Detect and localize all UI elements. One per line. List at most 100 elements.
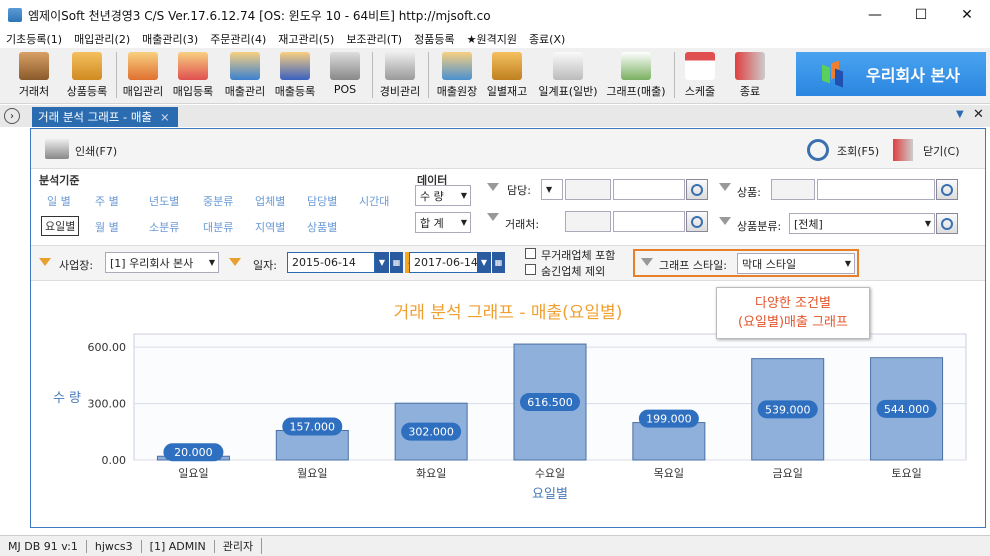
calculator-icon — [385, 52, 415, 80]
y-tick-label: 300.00 — [88, 398, 127, 411]
customer-search-button[interactable] — [686, 211, 708, 232]
basis-main-category[interactable]: 대분류 — [203, 219, 233, 235]
calendar-icon[interactable]: ▦ — [491, 252, 505, 273]
funnel-icon — [487, 213, 499, 221]
toolbar-sales-register-button[interactable]: 매출등록 — [272, 50, 318, 100]
status-host: hjwcs3 — [87, 539, 142, 553]
basis-product[interactable]: 상품별 — [307, 219, 337, 235]
basis-weekday[interactable]: 요일별 — [41, 216, 80, 236]
toolbar-purchase-register-button[interactable]: 매입등록 — [170, 50, 216, 100]
date-to-spinner[interactable]: ▼ ▦ — [477, 252, 505, 273]
menu-item-register[interactable]: 정품등록 — [414, 31, 454, 47]
app-icon — [8, 8, 22, 22]
minimize-button[interactable]: — — [852, 0, 898, 30]
calendar-icon[interactable]: ▦ — [389, 252, 403, 273]
toolbar-daily-stock-button[interactable]: 일별재고 — [484, 50, 530, 100]
data-select[interactable]: 수 량 ▼ — [415, 185, 471, 206]
toolbar-sales-ledger-button[interactable]: 매출원장 — [432, 50, 482, 100]
print-button[interactable]: 인쇄(F7) — [75, 143, 117, 159]
toolbar-graph-sales-button[interactable]: 그래프(매출) — [604, 50, 668, 100]
chevron-down-icon: ▼ — [460, 191, 467, 200]
x-tick-label: 수요일 — [535, 466, 565, 480]
menu-item-purchase[interactable]: 매입관리(2) — [74, 31, 130, 47]
menu-item-sales[interactable]: 매출관리(3) — [142, 31, 198, 47]
customer-code-input[interactable] — [565, 211, 611, 232]
product-code-input[interactable] — [771, 179, 815, 200]
magnifier-icon — [691, 215, 703, 228]
callout-note: 다양한 조건별 (요일별)매출 그래프 — [716, 287, 870, 339]
tab-label: 거래 분석 그래프 - 매출 — [38, 110, 152, 124]
customer-name-input[interactable] — [613, 211, 685, 232]
manager-name-input[interactable] — [613, 179, 685, 200]
search-button[interactable]: 조회(F5) — [837, 143, 879, 159]
sum-select[interactable]: 합 계 ▼ — [415, 212, 471, 233]
basis-weekly[interactable]: 주 별 — [95, 193, 119, 209]
tab-strip-close-icon[interactable]: ✕ — [973, 107, 984, 122]
toolbar-purchase-manage-button[interactable]: 매입관리 — [120, 50, 166, 100]
chevron-down-icon[interactable]: ▼ — [375, 252, 389, 273]
no-trade-checkbox[interactable] — [525, 248, 536, 259]
title-bar: 엠제이Soft 천년경영3 C/S Ver.17.6.12.74 [OS: 윈도… — [0, 0, 990, 30]
funnel-icon — [39, 258, 51, 266]
site-select[interactable]: [1] 우리회사 본사 ▼ — [105, 252, 219, 273]
chevron-down-icon[interactable]: ▼ — [477, 252, 491, 273]
basis-monthly[interactable]: 월 별 — [95, 219, 119, 235]
bar-chart-icon — [621, 52, 651, 80]
basis-region[interactable]: 지역별 — [255, 219, 285, 235]
product-name-input[interactable] — [817, 179, 935, 200]
graph-style-select[interactable]: 막대 스타일 ▼ — [737, 253, 855, 274]
window-title: 엠제이Soft 천년경영3 C/S Ver.17.6.12.74 [OS: 윈도… — [28, 8, 491, 23]
chevron-right-icon[interactable]: › — [4, 108, 20, 124]
basis-sub-category[interactable]: 소분류 — [149, 219, 179, 235]
close-screen-button[interactable]: 닫기(C) — [923, 143, 960, 159]
toolbar-exit-button[interactable]: 종료 — [732, 50, 768, 100]
menu-item-basic[interactable]: 기초등록(1) — [6, 31, 62, 47]
date-from-spinner[interactable]: ▼ ▦ — [375, 252, 403, 273]
basis-yearly[interactable]: 년도별 — [149, 193, 179, 209]
funnel-icon — [719, 217, 731, 225]
tab-sales-graph[interactable]: 거래 분석 그래프 - 매출 × — [32, 107, 178, 127]
manager-label: 담당: — [507, 184, 531, 197]
manager-code-input[interactable] — [565, 179, 611, 200]
boxes-icon — [72, 52, 102, 80]
toolbar-pos-button[interactable]: POS — [326, 50, 364, 100]
chevron-down-icon: ▼ — [208, 258, 215, 267]
toolbar-schedule-button[interactable]: 스케줄 — [680, 50, 720, 100]
condition-row: 사업장: [1] 우리회사 본사▼ 일자: 2015-06-14 ▼ ▦ ~ 2… — [31, 245, 985, 281]
toolbar-separator — [428, 52, 429, 98]
funnel-icon — [487, 183, 499, 191]
company-logo-icon — [822, 60, 846, 88]
menu-item-stock[interactable]: 재고관리(5) — [278, 31, 334, 47]
basis-vendor[interactable]: 업체별 — [255, 193, 285, 209]
maximize-button[interactable]: ☐ — [898, 0, 944, 30]
manager-dropdown[interactable]: ▼ — [541, 179, 563, 200]
category-select[interactable]: [전체] ▼ — [789, 213, 935, 234]
category-search-button[interactable] — [936, 213, 958, 234]
toolbar-customer-button[interactable]: 거래처 — [12, 50, 56, 100]
menu-item-order[interactable]: 주문관리(4) — [210, 31, 266, 47]
toolbar-daily-report-button[interactable]: 일계표(일반) — [534, 50, 602, 100]
exit-door-icon — [735, 52, 765, 80]
menu-item-remote[interactable]: ★원격지원 — [467, 31, 517, 47]
hidden-vendor-checkbox[interactable] — [525, 264, 536, 275]
bar — [632, 422, 706, 461]
toolbar-sales-manage-button[interactable]: 매출관리 — [222, 50, 268, 100]
basis-manager[interactable]: 담당별 — [307, 193, 337, 209]
basis-time[interactable]: 시간대 — [359, 193, 389, 209]
y-tick-label: 0.00 — [102, 454, 127, 467]
company-banner: 우리회사 본사 — [796, 52, 986, 96]
pos-icon — [330, 52, 360, 80]
tab-dropdown-icon[interactable]: ▼ — [956, 109, 964, 120]
date-from-input[interactable]: 2015-06-14 — [287, 252, 375, 273]
chevron-down-icon: ▼ — [924, 219, 931, 228]
close-button[interactable]: ✕ — [944, 0, 990, 30]
tab-close-icon[interactable]: × — [160, 110, 170, 124]
basis-daily[interactable]: 일 별 — [47, 193, 71, 209]
toolbar-product-button[interactable]: 상품등록 — [62, 50, 112, 100]
toolbar-expense-button[interactable]: 경비관리 — [376, 50, 424, 100]
basis-mid-category[interactable]: 중분류 — [203, 193, 233, 209]
product-search-button[interactable] — [936, 179, 958, 200]
menu-item-aux[interactable]: 보조관리(T) — [346, 31, 402, 47]
menu-item-exit[interactable]: 종료(X) — [529, 31, 565, 47]
manager-search-button[interactable] — [686, 179, 708, 200]
